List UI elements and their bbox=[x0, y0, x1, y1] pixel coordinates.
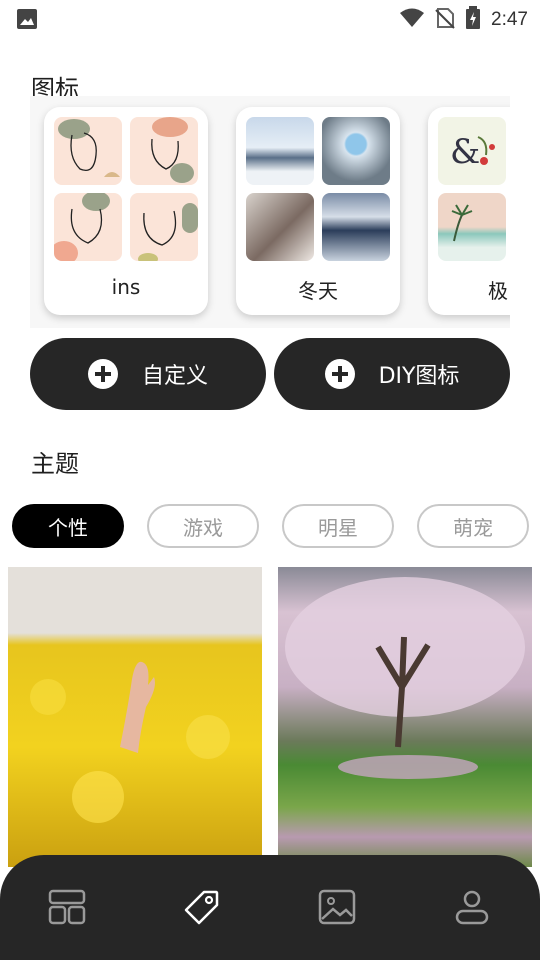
profile-icon[interactable] bbox=[442, 883, 502, 931]
snowy-mountain-icon bbox=[246, 117, 314, 185]
icon-pack-card-winter[interactable]: 冬天 bbox=[236, 107, 400, 315]
palm-beach-icon bbox=[438, 193, 506, 261]
custom-icon-button[interactable]: 自定义 bbox=[30, 338, 266, 410]
line-art-face-icon bbox=[54, 117, 122, 185]
line-art-face-icon bbox=[54, 193, 122, 261]
chip-personality[interactable]: 个性 bbox=[12, 504, 124, 548]
svg-text:&: & bbox=[450, 132, 480, 172]
bottom-navigation bbox=[0, 855, 540, 960]
diy-icon-button[interactable]: DIY图标 bbox=[274, 338, 510, 410]
icon-pack-label: ins bbox=[111, 275, 141, 299]
snowy-trees-icon bbox=[246, 193, 314, 261]
battery-charging-icon bbox=[465, 6, 481, 34]
winter-lake-icon bbox=[322, 193, 390, 261]
diy-button-label: DIY图标 bbox=[378, 364, 460, 389]
icon-pack-label: 极 bbox=[488, 279, 508, 303]
tag-icon[interactable] bbox=[172, 883, 232, 931]
status-bar: 2:47 bbox=[0, 0, 540, 36]
chip-celebrities[interactable]: 明星 bbox=[282, 504, 394, 548]
icon-pack-label: 冬天 bbox=[298, 279, 338, 303]
status-time: 2:47 bbox=[491, 9, 528, 30]
icon-pack-card-ins[interactable]: ins bbox=[44, 107, 208, 315]
theme-section-title: 主题 bbox=[31, 450, 79, 478]
theme-thumbnail-cherry-tree[interactable] bbox=[278, 567, 532, 867]
image-gallery-icon[interactable] bbox=[307, 883, 367, 931]
ampersand-flowers-icon: & bbox=[438, 117, 506, 185]
snowy-forest-sky-icon bbox=[322, 117, 390, 185]
add-icon bbox=[87, 359, 118, 389]
icon-pack-carousel[interactable]: ins 冬天 & 极 bbox=[30, 96, 510, 328]
custom-button-label: 自定义 bbox=[141, 364, 208, 389]
chip-games[interactable]: 游戏 bbox=[147, 504, 259, 548]
no-sim-icon bbox=[435, 7, 455, 33]
line-art-face-icon bbox=[130, 117, 198, 185]
theme-thumbnail-flower-field[interactable] bbox=[8, 567, 262, 867]
icon-pack-card-minimal[interactable]: & 极 bbox=[428, 107, 510, 315]
wifi-icon bbox=[399, 7, 425, 33]
chip-pets[interactable]: 萌宠 bbox=[417, 504, 529, 548]
add-icon bbox=[324, 359, 355, 389]
image-icon bbox=[16, 8, 38, 34]
line-art-face-icon bbox=[130, 193, 198, 261]
layout-icon[interactable] bbox=[37, 883, 97, 931]
